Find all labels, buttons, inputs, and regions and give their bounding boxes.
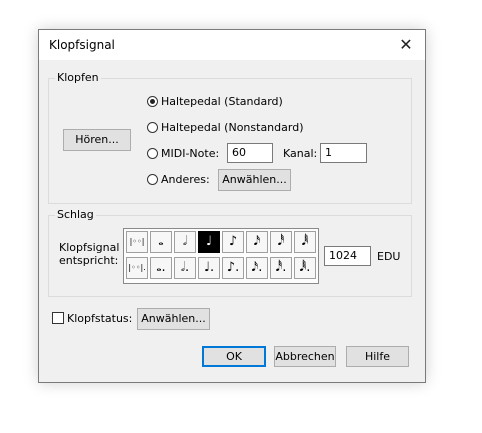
title-bar: Klopfsignal ✕ (39, 30, 425, 60)
ok-button[interactable]: OK (202, 346, 266, 367)
midi-note-label: MIDI-Note: (161, 147, 220, 160)
klopfsignal-label: Klopfsignal (59, 241, 120, 254)
haltepedal-standard-label: Haltepedal (Standard) (161, 95, 283, 108)
note-value-button[interactable]: 𝅘𝅥𝅱. (294, 257, 316, 279)
radio-haltepedal-nonstandard[interactable] (147, 122, 158, 133)
klopfsignal-dialog: Klopfsignal ✕ Klopfen Hören... Haltepeda… (38, 29, 426, 383)
midi-note-input[interactable]: 60 (227, 143, 273, 163)
schlag-group-label: Schlag (55, 208, 96, 221)
anderes-label: Anderes: (161, 173, 210, 186)
klopfstatus-checkbox[interactable] (52, 312, 64, 324)
hoeren-button[interactable]: Hören... (63, 129, 131, 151)
help-button[interactable]: Hilfe (346, 346, 409, 367)
note-value-grid: |◦◦| 𝅝 𝅗𝅥 ♩ ♪ 𝅘𝅥𝅯 𝅘𝅥𝅰 𝅘𝅥𝅱 |◦◦|. 𝅝. 𝅗𝅥. ♩. ♪. 𝅘𝅥𝅯. 𝅘𝅥𝅰.… (123, 228, 319, 284)
kanal-input[interactable]: 1 (320, 143, 367, 163)
note-value-button[interactable]: 𝅗𝅥. (174, 257, 196, 279)
note-value-button[interactable]: 𝅝 (150, 231, 172, 253)
note-value-button[interactable]: 𝅘𝅥𝅰 (270, 231, 292, 253)
cancel-button[interactable]: Abbrechen (274, 346, 336, 367)
note-value-button[interactable]: 𝅝. (150, 257, 172, 279)
radio-haltepedal-standard[interactable] (147, 96, 158, 107)
edu-input[interactable]: 1024 (324, 246, 371, 266)
note-value-button[interactable]: ♩. (198, 257, 220, 279)
note-value-button[interactable]: 𝅘𝅥𝅯. (246, 257, 268, 279)
klopfen-group-label: Klopfen (55, 71, 101, 84)
haltepedal-nonstandard-label: Haltepedal (Nonstandard) (161, 121, 304, 134)
note-value-button[interactable]: ♪. (222, 257, 244, 279)
dialog-title: Klopfsignal (49, 38, 115, 52)
radio-midi-note[interactable] (147, 148, 158, 159)
klopfstatus-label: Klopfstatus: (67, 312, 133, 325)
entspricht-label: entspricht: (59, 254, 119, 267)
note-value-button[interactable]: |◦◦|. (126, 257, 148, 279)
note-value-button[interactable]: |◦◦| (126, 231, 148, 253)
kanal-label: Kanal: (283, 147, 318, 160)
note-value-button[interactable]: 𝅗𝅥 (174, 231, 196, 253)
klopfstatus-select-button[interactable]: Anwählen... (137, 308, 210, 330)
note-value-button[interactable]: ♪ (222, 231, 244, 253)
note-value-button[interactable]: 𝅘𝅥𝅰. (270, 257, 292, 279)
close-icon[interactable]: ✕ (395, 34, 417, 56)
note-value-button[interactable]: ♩ (198, 231, 220, 253)
anderes-select-button[interactable]: Anwählen... (218, 169, 291, 191)
note-value-button[interactable]: 𝅘𝅥𝅱 (294, 231, 316, 253)
radio-anderes[interactable] (147, 174, 158, 185)
edu-label: EDU (377, 250, 401, 263)
note-value-button[interactable]: 𝅘𝅥𝅯 (246, 231, 268, 253)
